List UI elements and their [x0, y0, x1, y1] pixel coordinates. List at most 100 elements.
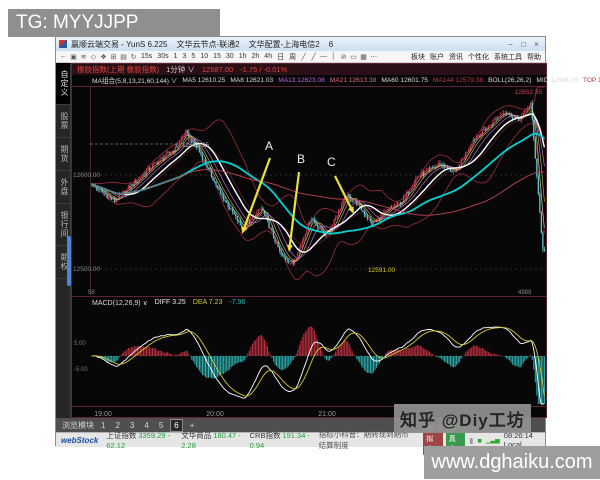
period-button-15s[interactable]: 15s — [140, 53, 153, 60]
draw-tool-icon-6[interactable]: ▦ — [360, 53, 367, 61]
close-button[interactable]: × — [531, 39, 542, 50]
quote-name: CRB指数 — [249, 431, 281, 440]
toolbar: ← ▣ ≋ ◇ ❖ ⊞ ▤ ↻ 15s 30s 1 3 5 10 15 30 1h 2h 4h 日周 ╱ ╱ — │ ⊘ ▭ ▦ ⋯ 板… — [56, 51, 545, 63]
window-controls: − □ × — [505, 39, 542, 50]
ma-value-3: MA13 12623.08 — [278, 76, 325, 84]
svg-text:58: 58 — [88, 290, 95, 296]
cloud-node-label: 文华云节点-联通2 — [176, 39, 240, 49]
toolbar-icon-2[interactable]: ≋ — [80, 53, 87, 61]
toolbar-icon-4[interactable]: ❖ — [100, 53, 107, 61]
maximize-button[interactable]: □ — [518, 39, 529, 50]
config-label: 文华配置-上海电信2 — [248, 39, 320, 49]
quote-item[interactable]: 文华商品 180.47 -2.28 — [181, 430, 241, 450]
period-button-4h[interactable]: 4h — [263, 53, 273, 60]
add-page-button[interactable]: + — [187, 420, 198, 431]
separator-icon: ▮ — [469, 435, 474, 445]
toolbar-icon-3[interactable]: ◇ — [90, 53, 97, 61]
svg-text:12600.00: 12600.00 — [73, 172, 100, 179]
signal-bars-icon: ▁▃▅ — [485, 437, 500, 444]
period-button-1[interactable]: 1 — [173, 53, 179, 60]
period-button-10[interactable]: 10 — [199, 53, 209, 60]
macd-value-0[interactable]: MACD(12,26,9) ∨ — [92, 299, 148, 307]
ma-value-1: MA5 12610.25 — [182, 76, 226, 84]
menu-news[interactable]: 资讯 — [449, 52, 463, 62]
app-window: 赢顺云端交易 - YunS 6.225 文华云节点-联通2 文华配置-上海电信2… — [55, 36, 600, 455]
svg-text:-5.00: -5.00 — [74, 367, 88, 373]
contract-info-bar: 橡胶指数(上期 橡胶指数) 1分钟 ∨ 12587.00 -1.75 / -0.01% — [72, 64, 546, 75]
sidebar-tab-2[interactable]: 期货 — [56, 138, 70, 171]
period-button-2h[interactable]: 2h — [251, 53, 261, 60]
period-button-1h[interactable]: 1h — [238, 53, 248, 60]
sidebar-tab-1[interactable]: 股票 — [56, 105, 70, 138]
webstock-logo: webStock — [61, 435, 99, 445]
quote-value: 180.47 — [213, 431, 237, 440]
page-tab-2[interactable]: 2 — [112, 420, 122, 431]
ma-value-6: MA144 12579.38 — [432, 76, 484, 84]
period-button-30[interactable]: 30 — [225, 53, 235, 60]
period-button-5[interactable]: 5 — [190, 53, 196, 60]
draw-tool-icon-2[interactable]: — — [320, 53, 327, 60]
menu-help[interactable]: 帮助 — [527, 52, 541, 62]
svg-text:C: C — [327, 155, 336, 169]
ma-value-8: MID 12608.05 — [536, 76, 578, 84]
svg-text:12663.25: 12663.25 — [182, 142, 209, 149]
contract-name: 橡胶指数(上期 橡胶指数) — [77, 65, 160, 74]
quote-item[interactable]: CRB指数 191.34 -0.94 — [250, 430, 311, 450]
svg-text:5.00: 5.00 — [74, 341, 86, 347]
page-tab-1[interactable]: 1 — [98, 420, 108, 431]
macd-value-2: DEA 7.23 — [192, 299, 223, 306]
macd-value-1: DIFF 3.25 — [154, 299, 186, 306]
period-button-30s[interactable]: 30s — [156, 53, 169, 60]
toolbar-icon-7[interactable]: ↻ — [130, 53, 137, 61]
main-chart[interactable]: 5.00 -5.00 12600.00 12500.00 19:00 20:00 21:00… — [72, 64, 546, 417]
svg-text:20:00: 20:00 — [206, 411, 224, 417]
toolbar-icon-0[interactable]: ← — [60, 53, 67, 60]
menu-board[interactable]: 板块 — [411, 52, 425, 62]
menu-group: 板块 账户 资讯 个性化 系统工具 帮助 — [406, 52, 541, 62]
site-watermark-banner: www.dghaiku.com — [424, 446, 600, 479]
svg-text:4989: 4989 — [518, 290, 532, 296]
minimize-button[interactable]: − — [505, 39, 516, 50]
ma-value-0[interactable]: MA组合(5,8,13,21,60,144) ∨ — [92, 75, 177, 85]
connection-status-icon: ■ — [477, 435, 482, 445]
menu-account[interactable]: 账户 — [430, 52, 444, 62]
zhihu-watermark: 知乎 @Diy工坊 — [394, 404, 531, 433]
quote-item[interactable]: 上证指数 3359.29 -62.12 — [106, 430, 173, 450]
sidebar-tab-0[interactable]: 自定义 — [56, 63, 70, 105]
toolbar-icon-5[interactable]: ⊞ — [110, 53, 117, 61]
ma-value-7: BOLL(26,26,2) — [488, 76, 532, 84]
period-button-周[interactable]: 周 — [288, 52, 297, 62]
price-change: -1.75 / -0.01% — [240, 65, 288, 74]
draw-tool-icon-3[interactable]: │ — [330, 53, 337, 60]
ma-indicator-bar: MA组合(5,8,13,21,60,144) ∨ MA5 12610.25 MA8 … — [72, 75, 600, 86]
ma-value-2: MA8 12621.03 — [230, 76, 274, 84]
quote-name: 上证指数 — [106, 431, 137, 440]
page-tabs-label: 浏览模块 — [62, 420, 94, 430]
svg-text:B: B — [297, 152, 305, 166]
title-number: 6 — [328, 39, 334, 49]
period-button-日[interactable]: 日 — [276, 52, 285, 62]
toolbar-icon-6[interactable]: ▤ — [120, 53, 127, 61]
draw-tool-icon-7[interactable]: ⋯ — [370, 53, 377, 61]
period-button-3[interactable]: 3 — [182, 53, 188, 60]
quote-value: 191.34 — [282, 431, 306, 440]
draw-tool-icon-5[interactable]: ▭ — [350, 53, 357, 61]
page-tab-3[interactable]: 3 — [127, 420, 137, 431]
sidebar-tab-3[interactable]: 外盘 — [56, 171, 70, 204]
menu-personalize[interactable]: 个性化 — [468, 52, 489, 62]
page-tab-4[interactable]: 4 — [141, 420, 151, 431]
period-button-15[interactable]: 15 — [212, 53, 222, 60]
status-bar: webStock 上证指数 3359.29 -62.12 文华商品 180.47 -2.2… — [56, 425, 545, 455]
draw-tool-icon-4[interactable]: ⊘ — [340, 53, 347, 61]
period-selector[interactable]: 1分钟 ∨ — [166, 64, 195, 75]
svg-text:12500.00: 12500.00 — [73, 266, 100, 273]
toolbar-icon-1[interactable]: ▣ — [70, 53, 77, 61]
page-tab-5[interactable]: 5 — [156, 420, 166, 431]
draw-tool-icon-0[interactable]: ╱ — [300, 53, 307, 61]
svg-text:12652.35: 12652.35 — [515, 89, 542, 96]
svg-text:21:00: 21:00 — [318, 411, 336, 417]
title-bar: 赢顺云端交易 - YunS 6.225 文华云节点-联通2 文华配置-上海电信2… — [56, 37, 545, 51]
menu-system-tools[interactable]: 系统工具 — [494, 52, 522, 62]
sidebar: 自定义 股票 期货 外盘 银行间 期权 — [56, 63, 71, 418]
draw-tool-icon-1[interactable]: ╱ — [310, 53, 317, 61]
